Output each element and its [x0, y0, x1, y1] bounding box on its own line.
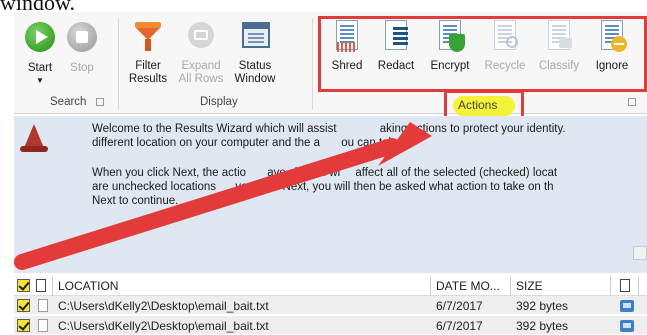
- document-icon: [36, 279, 46, 292]
- column-separator: [510, 276, 511, 296]
- group-separator: [312, 18, 313, 110]
- wizard-text-line: ou can take.: [341, 137, 404, 149]
- wizard-text-line: ave chosen wi: [267, 167, 341, 179]
- expand-all-rows-button[interactable]: Expand All Rows: [176, 20, 226, 86]
- chevron-down-icon: ▼: [36, 76, 44, 85]
- cell-date: 6/7/2017: [436, 319, 483, 333]
- group-label-display: Display: [200, 96, 238, 108]
- wizard-text-line: aking actions to protect your identity.: [379, 123, 566, 135]
- group-label-search: Search: [50, 96, 87, 108]
- wizard-text-line: you click Next, you will then be asked w…: [235, 181, 554, 193]
- results-wizard-panel: Welcome to the Results Wizard which will…: [14, 116, 647, 273]
- stop-icon: [67, 22, 97, 56]
- table-row[interactable]: C:\Users\dKelly2\Desktop\email_bait.txt …: [14, 316, 647, 335]
- window-icon: [240, 20, 270, 54]
- column-separator: [52, 276, 53, 296]
- file-icon: [38, 319, 48, 332]
- row-checkbox[interactable]: [17, 299, 30, 312]
- wizard-text-line: When you click Next, the actio: [92, 167, 247, 179]
- column-header-size[interactable]: SIZE: [516, 279, 543, 293]
- cell-size: 392 bytes: [516, 319, 569, 333]
- column-header-location[interactable]: LOCATION: [58, 279, 118, 293]
- column-separator: [638, 276, 639, 296]
- start-icon: [25, 22, 55, 56]
- select-all-checkbox[interactable]: [17, 279, 30, 292]
- document-icon: [620, 279, 630, 292]
- status-badge-icon: [620, 320, 634, 332]
- start-button[interactable]: Start ▼: [22, 20, 58, 85]
- expand-icon: [186, 20, 216, 54]
- search-group-launcher-icon[interactable]: [96, 98, 104, 106]
- actions-group-launcher-icon[interactable]: [628, 98, 636, 106]
- column-separator: [430, 276, 431, 296]
- column-separator: [610, 276, 611, 296]
- wizard-text-line: Next to continue.: [92, 195, 179, 207]
- group-separator: [118, 18, 119, 110]
- actions-annotation-box: [318, 16, 647, 92]
- cell-location: C:\Users\dKelly2\Desktop\email_bait.txt: [58, 299, 269, 313]
- results-table: LOCATION DATE MO... SIZE C:\Users\dKelly…: [14, 276, 647, 335]
- table-row[interactable]: C:\Users\dKelly2\Desktop\email_bait.txt …: [14, 296, 647, 315]
- table-header: LOCATION DATE MO... SIZE: [14, 276, 647, 296]
- wizard-text-line: Welcome to the Results Wizard which will…: [92, 123, 337, 135]
- cell-location: C:\Users\dKelly2\Desktop\email_bait.txt: [58, 319, 269, 333]
- cell-size: 392 bytes: [516, 299, 569, 313]
- row-checkbox[interactable]: [17, 319, 30, 332]
- stop-button[interactable]: Stop: [64, 20, 100, 75]
- column-header-date[interactable]: DATE MO...: [436, 279, 500, 293]
- wizard-text-line: are unchecked locations: [92, 181, 217, 193]
- wizard-text-line: different location on your computer and …: [92, 137, 321, 149]
- file-icon: [38, 299, 48, 312]
- wizard-text-line: affect all of the selected (checked) loc…: [355, 167, 558, 179]
- status-window-button[interactable]: Status Window: [232, 20, 278, 86]
- filter-results-button[interactable]: Filter Results: [126, 20, 170, 86]
- status-badge-icon: [620, 300, 634, 312]
- scrollbar-thumb[interactable]: [633, 246, 647, 260]
- cell-date: 6/7/2017: [436, 299, 483, 313]
- funnel-icon: [133, 20, 163, 54]
- wizard-hat-icon: [20, 124, 48, 156]
